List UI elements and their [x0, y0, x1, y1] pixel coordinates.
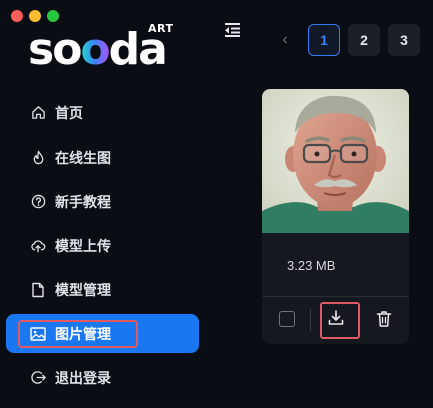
- logo-tag: ART: [148, 22, 174, 35]
- app-window: sooda ART ‹ 1 2 3 首页 在线生图 新手教程 模型上传 模型管理…: [0, 0, 433, 408]
- minimize-window-button[interactable]: [29, 10, 41, 22]
- sidebar-item-label: 模型管理: [55, 281, 111, 298]
- page-3-button[interactable]: 3: [388, 24, 420, 56]
- sidebar-item-model-upload[interactable]: 模型上传: [6, 226, 199, 265]
- maximize-window-button[interactable]: [47, 10, 59, 22]
- download-icon[interactable]: [327, 308, 345, 328]
- action-separator: [310, 309, 311, 331]
- image-thumbnail[interactable]: [262, 89, 409, 233]
- help-circle-icon: [30, 194, 46, 210]
- delete-icon[interactable]: [376, 310, 392, 328]
- soda-art-logo: sooda ART: [28, 22, 178, 72]
- close-window-button[interactable]: [11, 10, 23, 22]
- prev-page-button[interactable]: ‹: [270, 24, 300, 56]
- select-checkbox[interactable]: [279, 311, 295, 327]
- logo-wordmark: sooda: [28, 24, 168, 75]
- file-icon: [30, 282, 46, 298]
- sidebar-item-label: 首页: [55, 104, 83, 121]
- sidebar-item-label: 在线生图: [55, 149, 111, 166]
- sidebar-item-logout[interactable]: 退出登录: [6, 358, 199, 397]
- sidebar-item-online-generate[interactable]: 在线生图: [6, 138, 199, 177]
- sidebar-item-image-manage[interactable]: 图片管理: [6, 314, 199, 353]
- window-controls: [11, 10, 59, 22]
- sidebar-item-home[interactable]: 首页: [6, 93, 199, 132]
- pagination: ‹ 1 2 3: [270, 24, 420, 56]
- collapse-sidebar-icon[interactable]: [224, 22, 242, 38]
- sidebar-item-label: 退出登录: [55, 369, 111, 386]
- page-1-button[interactable]: 1: [308, 24, 340, 56]
- image-card: 3.23 MB: [262, 89, 409, 344]
- sidebar-item-label: 模型上传: [55, 237, 111, 254]
- image-file-size: 3.23 MB: [287, 258, 336, 273]
- sidebar-item-model-manage[interactable]: 模型管理: [6, 270, 199, 309]
- sidebar-item-tutorial[interactable]: 新手教程: [6, 182, 199, 221]
- active-item-highlight-box: [18, 320, 138, 348]
- cloud-upload-icon: [30, 238, 46, 254]
- logout-icon: [30, 370, 46, 386]
- card-actions: [262, 297, 409, 344]
- page-2-button[interactable]: 2: [348, 24, 380, 56]
- sidebar-item-label: 新手教程: [55, 193, 111, 210]
- flame-icon: [30, 150, 46, 166]
- home-icon: [30, 105, 46, 121]
